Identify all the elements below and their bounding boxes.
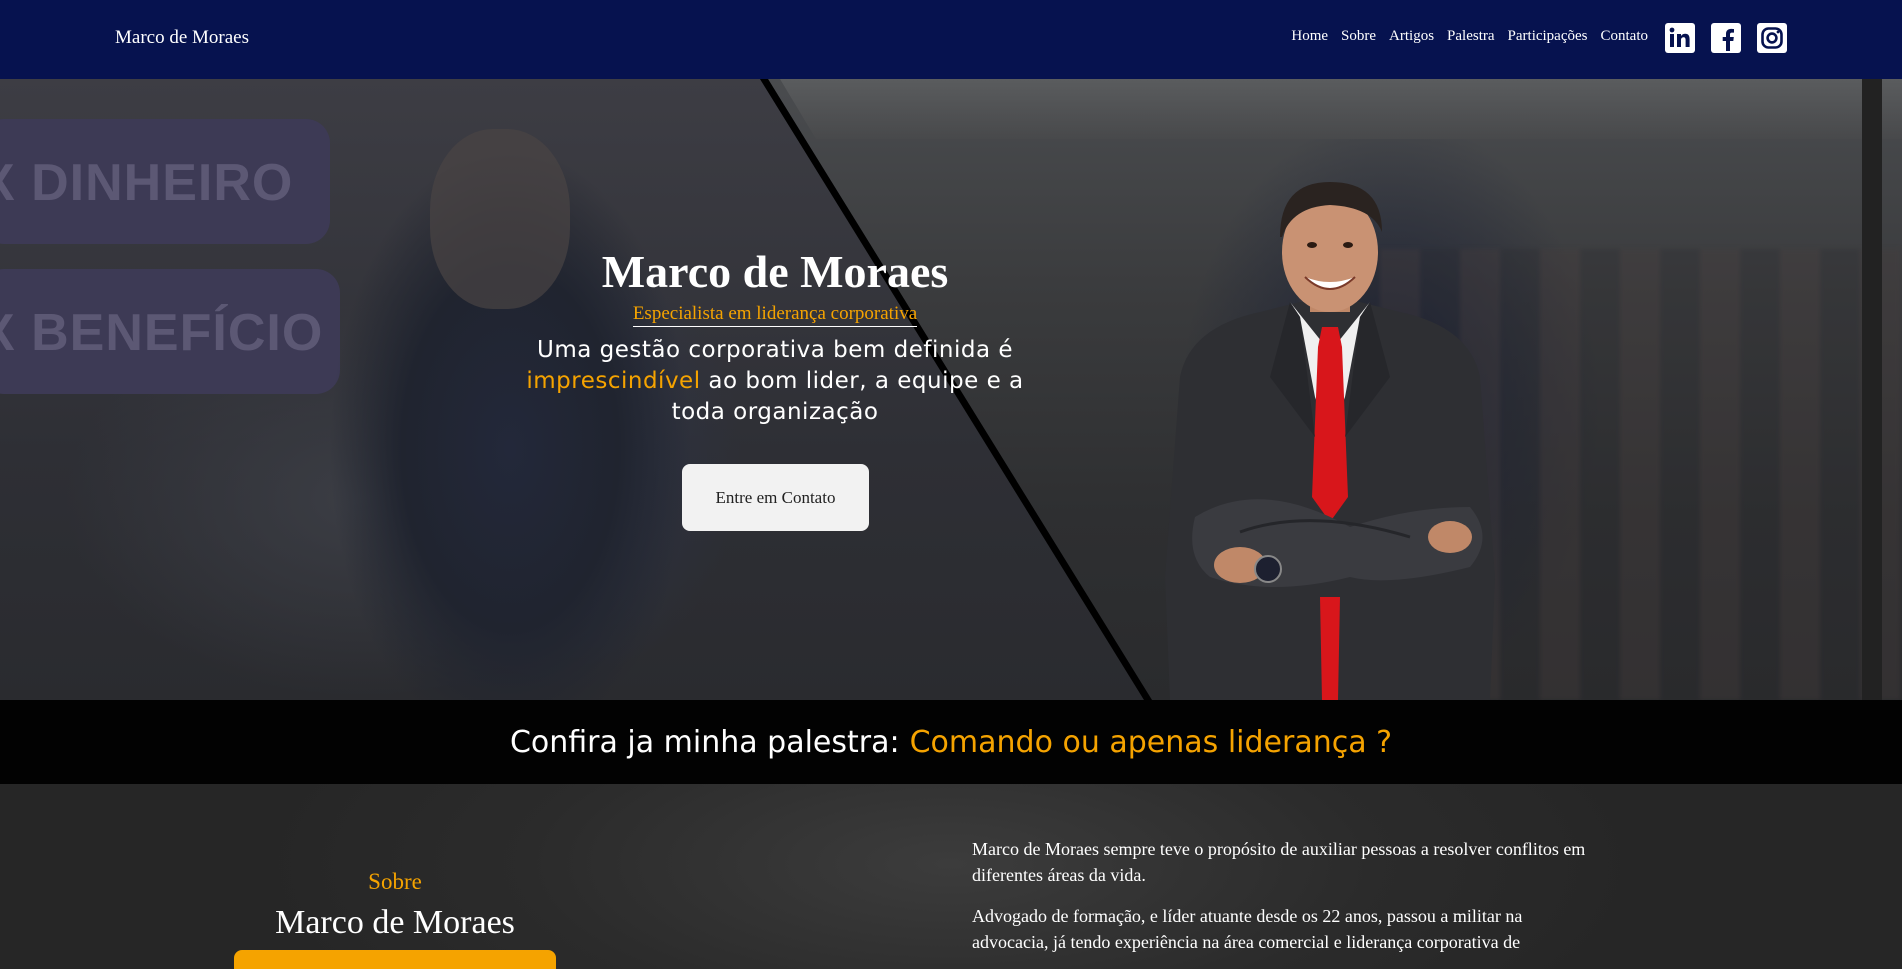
about-name: Marco de Moraes bbox=[275, 904, 515, 941]
hero-title: Marco de Moraes bbox=[601, 246, 949, 297]
about-heading: Sobre Marco de Moraes bbox=[234, 869, 556, 942]
talk-banner: Confira ja minha palestra: Comando ou ap… bbox=[0, 700, 1902, 784]
brand-link[interactable]: Marco de Moraes bbox=[115, 27, 249, 49]
nav-link-home[interactable]: Home bbox=[1291, 28, 1328, 45]
facebook-icon[interactable] bbox=[1711, 23, 1741, 53]
about-paragraph-1: Marco de Moraes sempre teve o propósito … bbox=[972, 839, 1586, 885]
about-section: Sobre Marco de Moraes Marco de Moraes se… bbox=[0, 784, 1902, 969]
instagram-icon[interactable] bbox=[1757, 23, 1787, 53]
hero-section: X DINHEIRO X BENEFÍCIO Marco de Moraes E… bbox=[0, 79, 1902, 700]
about-paragraph-2: Advogado de formação, e líder atuante de… bbox=[972, 906, 1523, 952]
top-navbar: Marco de Moraes Home Sobre Artigos Pales… bbox=[0, 0, 1902, 79]
nav-link-participacoes[interactable]: Participações bbox=[1508, 28, 1588, 45]
contact-cta-button[interactable]: Entre em Contato bbox=[682, 464, 869, 531]
linkedin-icon[interactable] bbox=[1665, 23, 1695, 53]
about-kicker: Sobre bbox=[368, 869, 422, 894]
social-links bbox=[1665, 23, 1787, 53]
speaker-portrait bbox=[1165, 182, 1495, 700]
tagline-part-1: Uma gestão corporativa bem definida é bbox=[536, 337, 1014, 363]
about-text: Marco de Moraes sempre teve o propósito … bbox=[972, 836, 1592, 955]
hero-tagline: Uma gestão corporativa bem definida é im… bbox=[500, 335, 1050, 428]
tagline-part-2: ao bom lider, a equipe e a toda organiza… bbox=[671, 368, 1024, 425]
tagline-highlight: imprescindível bbox=[526, 368, 701, 394]
banner-lead-text: Confira ja minha palestra: bbox=[509, 724, 900, 760]
nav-link-artigos[interactable]: Artigos bbox=[1389, 28, 1434, 45]
nav-link-sobre[interactable]: Sobre bbox=[1341, 28, 1376, 45]
nav-link-contato[interactable]: Contato bbox=[1601, 28, 1649, 45]
nav-link-palestra[interactable]: Palestra bbox=[1447, 28, 1494, 45]
hero-content: Marco de Moraes Especialista em lideranç… bbox=[500, 249, 1050, 428]
talk-link[interactable]: Comando ou apenas liderança ? bbox=[910, 725, 1392, 760]
about-image-frame bbox=[234, 950, 556, 969]
hero-subtitle: Especialista em liderança corporativa bbox=[632, 303, 918, 327]
main-nav: Home Sobre Artigos Palestra Participaçõe… bbox=[1278, 28, 1648, 45]
